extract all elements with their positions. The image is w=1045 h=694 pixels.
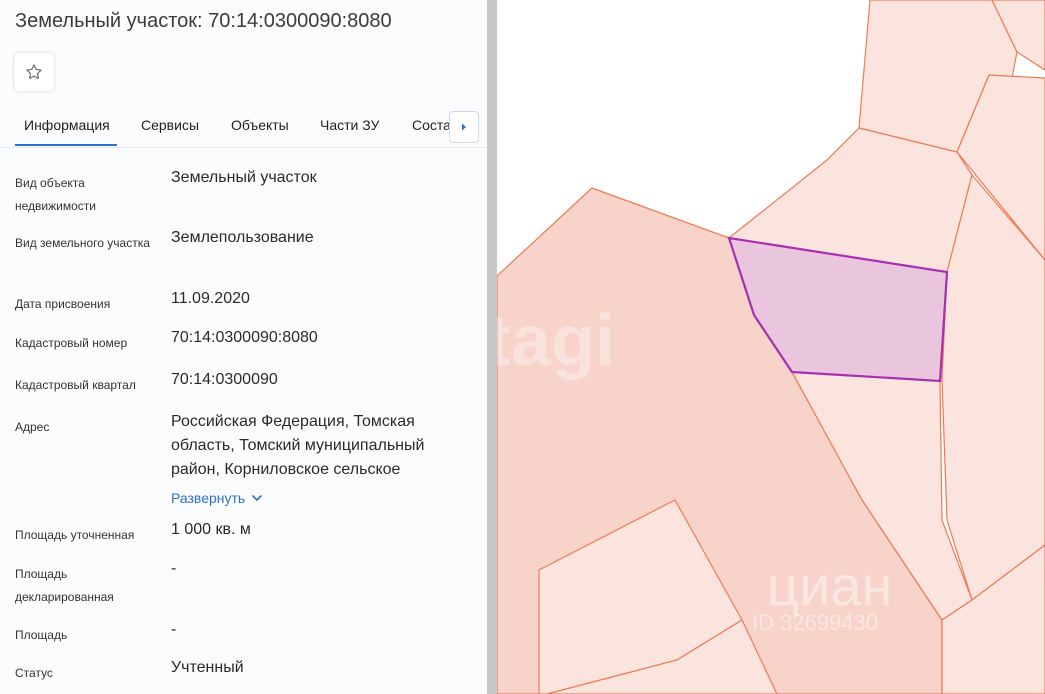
- field-label: Площадь: [15, 628, 68, 642]
- field-value: -: [171, 621, 177, 638]
- field-label: Дата присвоения: [15, 297, 111, 311]
- field-value: 70:14:0300090: [171, 371, 278, 388]
- field-value: 70:14:0300090:8080: [171, 329, 318, 346]
- info-panel: Земельный участок: 70:14:0300090:8080 Ин…: [0, 0, 487, 694]
- field-label: Кадастровый номер: [15, 336, 128, 350]
- field-value: 11.09.2020: [171, 290, 250, 307]
- field-value: -: [171, 560, 177, 577]
- address-text: Российская Федерация, Томская область, Т…: [171, 413, 425, 478]
- field-label: Площадь уточненная: [15, 528, 135, 542]
- watermark-text: ID 32699430: [752, 610, 878, 635]
- tab-parts[interactable]: Части ЗУ: [320, 117, 379, 133]
- field-value: Землепользование: [171, 229, 314, 246]
- watermark-text: циан: [767, 554, 892, 617]
- cadastral-map[interactable]: tagi циан ID 32699430: [497, 0, 1045, 694]
- field-value: Российская Федерация, Томская область, Т…: [171, 410, 461, 511]
- tab-composition[interactable]: Соста: [412, 117, 451, 133]
- field-label: Вид объекта недвижимости: [15, 176, 96, 213]
- tab-services[interactable]: Сервисы: [141, 117, 199, 133]
- map-view[interactable]: tagi циан ID 32699430: [497, 0, 1045, 694]
- field-value: 1 000 кв. м: [171, 521, 251, 538]
- tab-bar: Информация Сервисы Объекты Части ЗУ Сост…: [0, 110, 487, 148]
- field-label: Статус: [15, 666, 53, 680]
- star-outline-icon: [26, 64, 42, 79]
- watermark-text: tagi: [497, 301, 615, 381]
- tab-scroll-button[interactable]: [449, 111, 479, 143]
- field-value: Земельный участок: [171, 169, 317, 186]
- expand-link[interactable]: Развернуть: [171, 486, 263, 510]
- field-value: Учтенный: [171, 659, 244, 676]
- favorite-button[interactable]: [14, 53, 54, 91]
- expand-link-label: Развернуть: [171, 490, 246, 506]
- active-tab-indicator: [15, 144, 117, 146]
- field-label: Площадь декларированная: [15, 567, 114, 604]
- panel-splitter[interactable]: [487, 0, 497, 694]
- field-label: Адрес: [15, 420, 50, 434]
- chevron-right-icon: [462, 123, 466, 131]
- tab-objects[interactable]: Объекты: [231, 117, 289, 133]
- page-title: Земельный участок: 70:14:0300090:8080: [15, 10, 392, 32]
- field-label: Кадастровый квартал: [15, 378, 136, 392]
- chevron-down-icon: [252, 494, 263, 502]
- field-label: Вид земельного участка: [15, 236, 150, 250]
- tab-information[interactable]: Информация: [24, 117, 110, 133]
